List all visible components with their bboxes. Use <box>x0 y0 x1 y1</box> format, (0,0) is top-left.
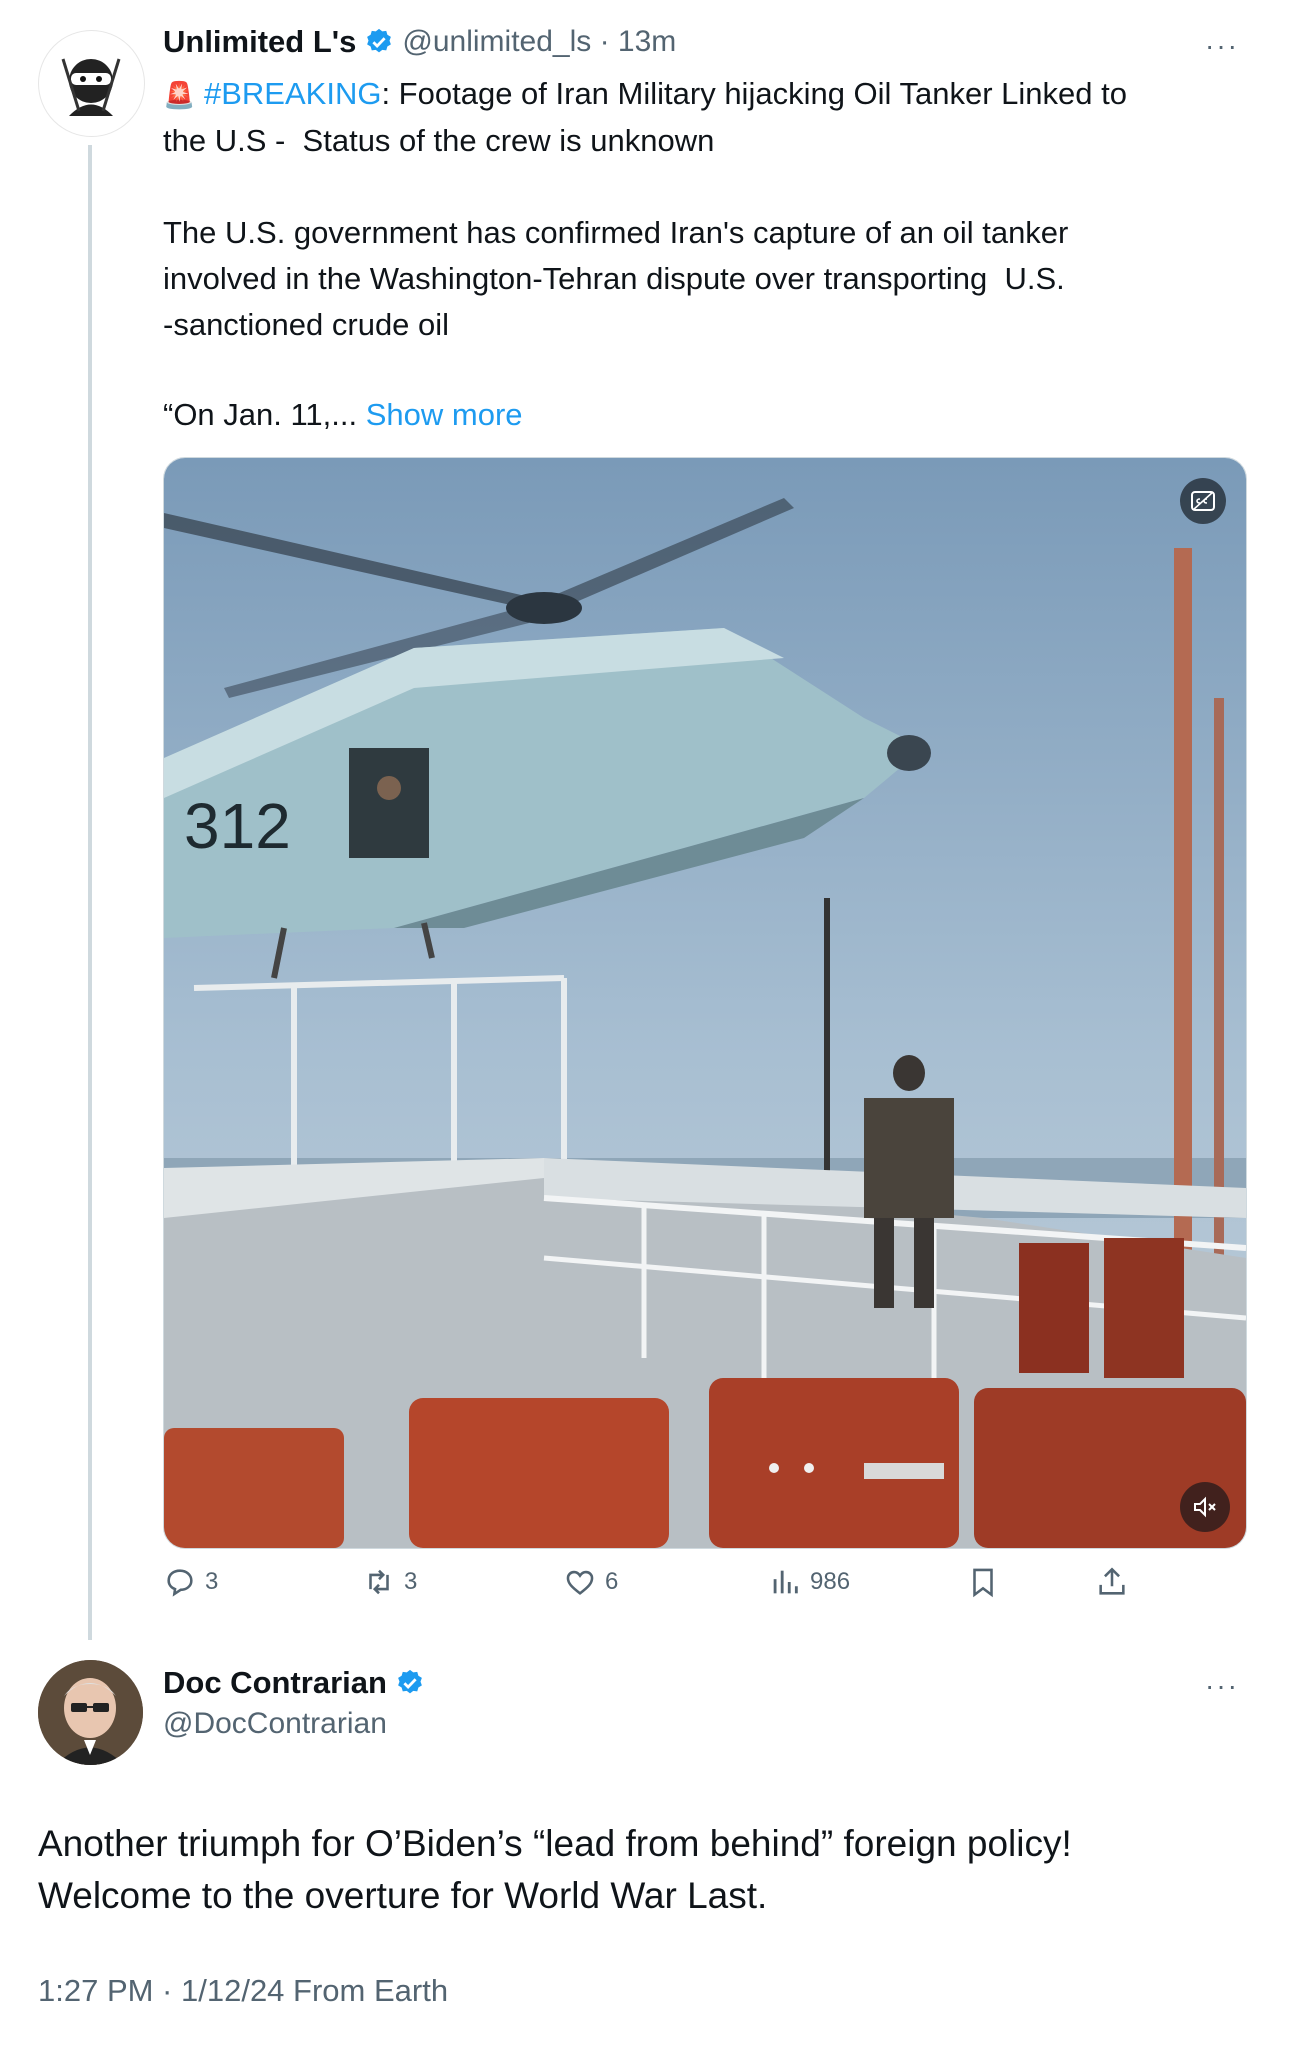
captions-icon <box>1191 491 1215 511</box>
handle[interactable]: @DocContrarian <box>163 1707 387 1741</box>
tweet-text: 🚨 #BREAKING: Footage of Iran Military hi… <box>163 71 1243 164</box>
hashtag-link[interactable]: #BREAKING <box>204 76 381 111</box>
mute-button[interactable] <box>1180 1482 1230 1532</box>
verified-badge-icon <box>367 28 392 53</box>
text-line: the U.S - Status of the crew is unknown <box>163 123 715 158</box>
views-button[interactable]: 986 <box>768 1565 850 1599</box>
muted-speaker-icon <box>1194 1496 1216 1518</box>
helicopter-video-frame: 312 <box>164 458 1246 1548</box>
tweet-paragraph-truncated: “On Jan. 11,... Show more <box>163 392 1243 438</box>
bookmark-button[interactable] <box>966 1565 1000 1604</box>
timestamp-meta[interactable]: 1:27 PM · 1/12/24 From Earth <box>38 1973 448 2009</box>
ninja-avatar-icon <box>61 58 121 116</box>
share-button[interactable] <box>1095 1565 1129 1604</box>
bookmark-icon <box>973 1568 993 1598</box>
tweet-text: Another triumph for O’Biden’s “lead from… <box>38 1823 1072 1916</box>
avatar[interactable] <box>38 1660 143 1765</box>
reply-icon <box>167 1569 193 1597</box>
view-count: 986 <box>810 1568 851 1595</box>
views-chart-icon <box>773 1570 798 1594</box>
captions-button[interactable] <box>1180 478 1226 524</box>
heart-icon <box>566 1570 594 1595</box>
repost-button[interactable]: 3 <box>362 1565 417 1599</box>
avatar[interactable] <box>38 30 145 137</box>
repost-count: 3 <box>404 1568 418 1595</box>
thread-line <box>88 145 92 1640</box>
display-name[interactable]: Unlimited L's <box>163 24 356 60</box>
like-count: 6 <box>605 1568 619 1595</box>
more-options-icon[interactable]: ··· <box>1205 1670 1239 1702</box>
helicopter-number: 312 <box>184 790 291 862</box>
text-line: “On Jan. 11,... <box>163 397 366 432</box>
more-options-icon[interactable]: ··· <box>1205 30 1239 62</box>
portrait-avatar-icon <box>38 1660 143 1765</box>
reply-count: 3 <box>205 1568 219 1595</box>
display-name[interactable]: Doc Contrarian <box>163 1665 387 1701</box>
video-player[interactable]: 312 <box>163 457 1247 1549</box>
siren-emoji: 🚨 <box>163 80 196 110</box>
handle-time[interactable]: @unlimited_ls · 13m <box>402 25 676 59</box>
verified-badge-icon <box>398 1669 422 1694</box>
repost-icon <box>369 1569 389 1595</box>
text-line: : Footage of Iran Military hijacking Oil… <box>381 76 1127 111</box>
reply-button[interactable]: 3 <box>163 1565 218 1599</box>
tweet-paragraph: The U.S. government has confirmed Iran's… <box>163 215 1069 342</box>
like-button[interactable]: 6 <box>563 1565 618 1599</box>
show-more-link[interactable]: Show more <box>366 397 523 432</box>
share-icon <box>1099 1567 1125 1595</box>
